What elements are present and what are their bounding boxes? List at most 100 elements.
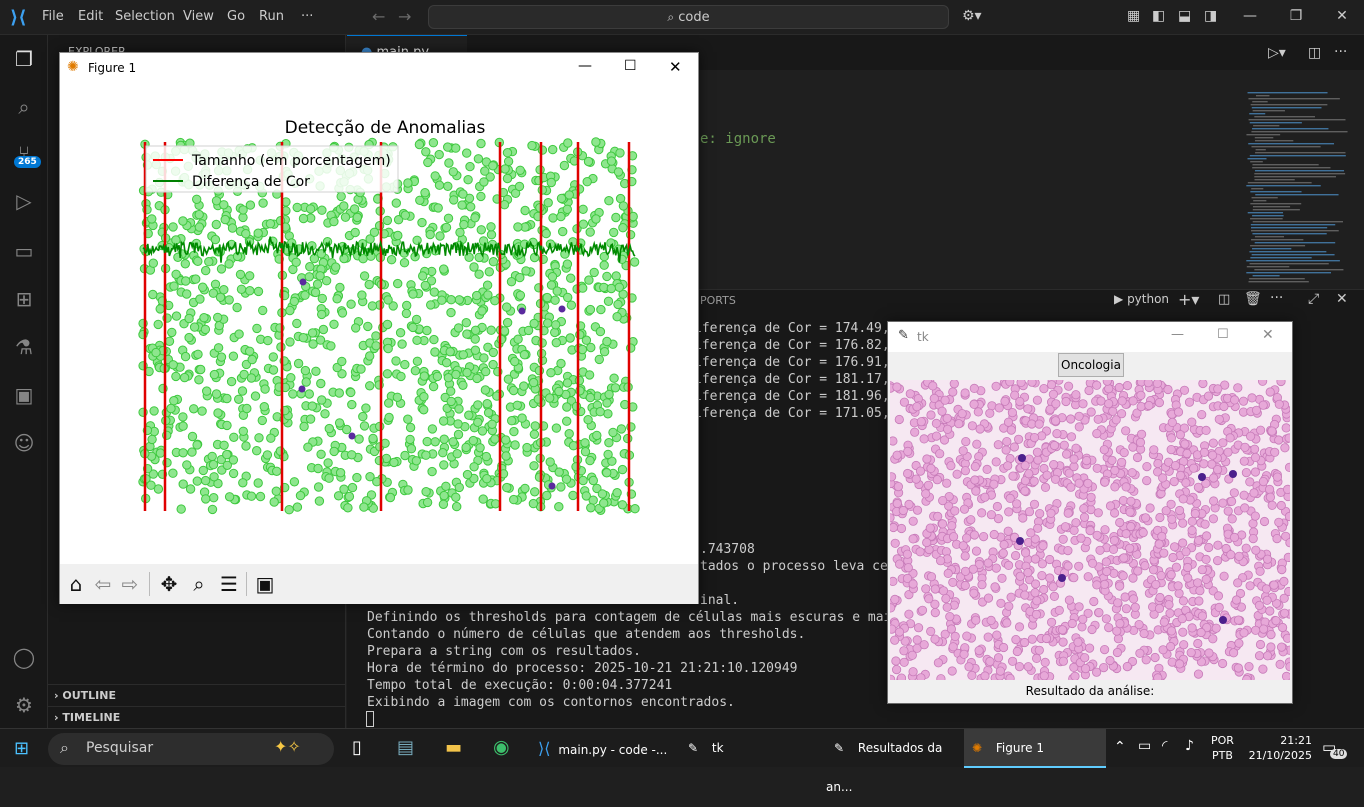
taskbar-app-figure[interactable]: ✺ Figure 1 <box>964 729 1106 768</box>
cell-contour <box>551 338 561 348</box>
panel-tab-ports[interactable]: PORTS <box>700 294 736 307</box>
battery-icon[interactable]: ▭ <box>1138 738 1151 754</box>
menu-run[interactable]: Run <box>259 9 284 24</box>
control-panel-icon[interactable]: ▤ <box>397 737 414 758</box>
cell-contour <box>451 143 461 153</box>
cell-contour <box>305 414 316 424</box>
zoom-icon[interactable]: ⌕ <box>187 572 211 596</box>
cell-contour <box>551 423 562 433</box>
red-blood-cell <box>961 436 971 447</box>
menu-edit[interactable]: Edit <box>78 9 103 24</box>
red-blood-cell <box>942 478 952 488</box>
live-share-icon[interactable]: ☺ <box>12 431 36 455</box>
cell-contour <box>368 433 378 444</box>
remote-explorer-icon[interactable]: ▭ <box>12 239 36 263</box>
figure-titlebar[interactable]: ✺ Figure 1 — ☐ ✕ <box>60 53 698 83</box>
maximize-panel-icon[interactable]: ⤢ <box>1308 291 1319 307</box>
settings-gear-icon[interactable]: ⚙ <box>12 693 36 717</box>
outline-section[interactable]: › OUTLINE <box>48 684 346 706</box>
pan-icon[interactable]: ✥ <box>157 572 181 596</box>
nav-back-icon[interactable]: ← <box>372 7 385 26</box>
oncologia-button[interactable]: Oncologia <box>1058 353 1124 377</box>
extensions-icon[interactable]: ⊞ <box>12 287 36 311</box>
back-icon[interactable]: ⇦ <box>91 572 115 596</box>
cell-contour <box>364 279 374 290</box>
copilot-icon[interactable]: ⚙▾ <box>962 8 982 24</box>
menu-more[interactable]: ··· <box>301 9 313 24</box>
menu-view[interactable]: View <box>183 9 214 24</box>
containers-icon[interactable]: ▣ <box>12 383 36 407</box>
taskbar-app-tk[interactable]: ✎ tk <box>680 729 816 768</box>
minimap[interactable] <box>1238 92 1358 288</box>
close-icon[interactable]: ✕ <box>669 58 682 76</box>
minimize-icon[interactable]: — <box>1240 8 1260 24</box>
code-comment-fragment[interactable]: e: ignore <box>700 131 776 147</box>
toggle-sidebar-icon[interactable]: ◧ <box>1152 8 1165 24</box>
run-debug-icon[interactable]: ▷ <box>12 189 36 213</box>
timeline-section[interactable]: › TIMELINE <box>48 706 346 728</box>
wifi-icon[interactable]: ◜ <box>1162 738 1167 754</box>
home-icon[interactable]: ⌂ <box>64 572 88 596</box>
cell-contour <box>284 505 294 515</box>
cell-contour <box>184 313 194 324</box>
testing-icon[interactable]: ⚗ <box>12 335 36 359</box>
windows-start-icon[interactable]: ⊞ <box>14 738 29 759</box>
anomaly-chart[interactable]: Detecção de Anomalias Tamanho (em porcen… <box>60 83 698 563</box>
red-blood-cell <box>930 634 940 644</box>
explorer-icon[interactable]: ❐ <box>12 47 36 71</box>
minimize-icon[interactable]: — <box>1171 327 1184 342</box>
notepad-icon[interactable]: ▯ <box>352 737 362 758</box>
more-actions-icon[interactable]: ··· <box>1334 44 1347 60</box>
configure-icon[interactable]: ☰ <box>217 572 241 596</box>
red-blood-cell <box>1244 661 1254 672</box>
split-terminal-icon[interactable]: ◫ <box>1218 292 1230 307</box>
nav-forward-icon[interactable]: → <box>398 7 411 26</box>
cell-contour <box>252 446 262 456</box>
search-icon[interactable]: ⌕ <box>12 95 36 119</box>
run-python-icon[interactable]: ▷▾ <box>1268 45 1286 61</box>
close-icon[interactable]: ✕ <box>1262 327 1274 343</box>
menu-go[interactable]: Go <box>227 9 245 24</box>
dark-cell <box>348 432 356 440</box>
minimap-line <box>1247 158 1267 160</box>
layout-icon[interactable]: ▦ <box>1127 8 1140 24</box>
toggle-panel-icon[interactable]: ⬓ <box>1178 8 1191 24</box>
close-icon[interactable]: ✕ <box>1332 8 1352 24</box>
panel-more-icon[interactable]: ··· <box>1270 290 1283 306</box>
forward-icon[interactable]: ⇨ <box>118 572 142 596</box>
sparkle-icon: ✦✧ <box>274 737 301 756</box>
tk-window[interactable]: ✎ tk — ☐ ✕ Oncologia Resultado da anális… <box>887 321 1293 704</box>
red-blood-cell <box>1063 546 1073 556</box>
command-center-search[interactable]: ⌕ code <box>428 5 949 29</box>
terminal-instance[interactable]: ▶ python <box>1114 292 1169 306</box>
red-blood-cell <box>1173 581 1183 591</box>
red-blood-cell <box>1107 455 1117 465</box>
account-icon[interactable]: ◯ <box>12 645 36 669</box>
taskbar-app-vscode[interactable]: ⟩⟨ main.py - code -... <box>532 729 668 768</box>
file-explorer-icon[interactable]: ▬ <box>445 737 462 758</box>
edge-icon[interactable]: ◉ <box>493 736 510 758</box>
restore-icon[interactable]: ❐ <box>1286 8 1306 24</box>
new-terminal-icon[interactable]: +▾ <box>1178 290 1199 309</box>
maximize-icon[interactable]: ☐ <box>1217 327 1229 342</box>
cell-contour <box>317 309 327 320</box>
close-panel-icon[interactable]: ✕ <box>1336 291 1348 307</box>
menu-file[interactable]: File <box>42 9 64 24</box>
tk-titlebar[interactable]: ✎ tk — ☐ ✕ <box>888 322 1292 352</box>
cell-contour <box>426 300 436 310</box>
save-icon[interactable]: ▣ <box>253 572 277 596</box>
language-indicator[interactable]: POR PTB <box>1211 733 1234 763</box>
kill-terminal-icon[interactable]: 🗑 <box>1244 291 1262 307</box>
toggle-secondary-sidebar-icon[interactable]: ◨ <box>1204 8 1217 24</box>
minimize-icon[interactable]: — <box>578 58 592 74</box>
taskbar-app-results[interactable]: ✎ Resultados da an... <box>826 729 962 794</box>
red-blood-cell <box>1012 499 1022 509</box>
split-editor-icon[interactable]: ◫ <box>1308 45 1321 61</box>
maximize-icon[interactable]: ☐ <box>624 58 637 74</box>
chevron-up-icon[interactable]: ⌃ <box>1114 739 1126 755</box>
menu-selection[interactable]: Selection <box>115 9 175 24</box>
taskbar-search[interactable]: ⌕ Pesquisar ✦✧ <box>48 733 334 765</box>
clock[interactable]: 21:21 21/10/2025 <box>1246 733 1312 763</box>
volume-icon[interactable]: ♪ <box>1185 738 1194 754</box>
figure-window[interactable]: ✺ Figure 1 — ☐ ✕ Detecção de Anomalias T… <box>59 52 699 604</box>
